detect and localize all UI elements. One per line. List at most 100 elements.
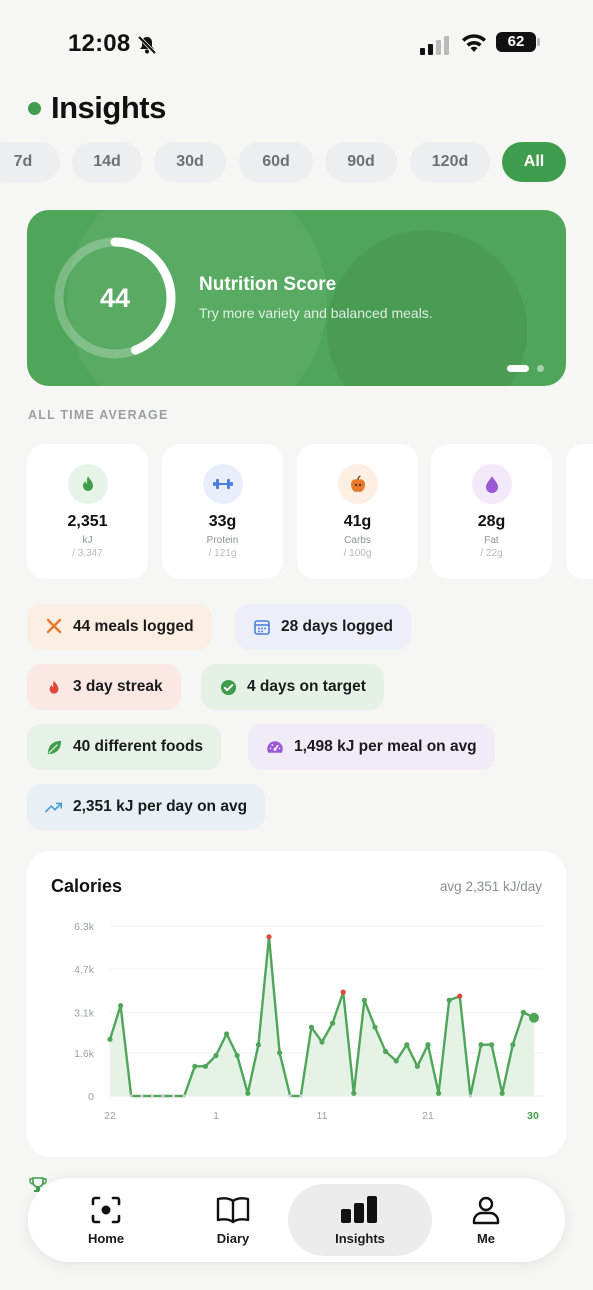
- stat-text: 2,351 kJ per day on avg: [73, 798, 248, 815]
- data-point[interactable]: [150, 1094, 154, 1098]
- battery-indicator: 62: [496, 32, 540, 52]
- data-point[interactable]: [404, 1042, 410, 1048]
- calendar-icon: [253, 618, 271, 636]
- range-chip-7d[interactable]: 7d: [0, 142, 60, 182]
- pager-dot-active[interactable]: [507, 365, 529, 372]
- drop-icon: [471, 464, 512, 504]
- over-target-point[interactable]: [457, 993, 463, 999]
- data-point[interactable]: [118, 1003, 124, 1009]
- tab-me[interactable]: Me: [426, 1184, 546, 1256]
- data-point[interactable]: [129, 1094, 133, 1098]
- data-point[interactable]: [446, 997, 452, 1003]
- calories-chart-card: Calories avg 2,351 kJ/day 6.3k 4.7k 3.1k 1.…: [27, 851, 566, 1157]
- stat-meals-logged: 44 meals logged: [27, 604, 212, 650]
- x-tick-label: 21: [422, 1110, 434, 1122]
- x-tick-label: 1: [213, 1110, 219, 1122]
- data-point[interactable]: [245, 1090, 251, 1096]
- data-point[interactable]: [468, 1094, 472, 1098]
- over-target-point[interactable]: [266, 934, 272, 940]
- tab-label: Diary: [216, 1230, 250, 1246]
- data-point[interactable]: [489, 1042, 495, 1048]
- data-point[interactable]: [425, 1042, 431, 1048]
- macro-card-protein[interactable]: 33g Protein / 121g: [162, 444, 283, 579]
- pager-dot[interactable]: [537, 365, 544, 372]
- data-point[interactable]: [140, 1094, 144, 1098]
- macro-card-partial[interactable]: [566, 444, 593, 579]
- x-tick-label: 22: [104, 1110, 116, 1122]
- trend-up-icon: [45, 798, 63, 816]
- y-tick-label: 6.3k: [74, 921, 95, 933]
- data-point[interactable]: [383, 1048, 389, 1055]
- data-point[interactable]: [319, 1039, 325, 1045]
- data-point[interactable]: [499, 1090, 505, 1096]
- y-tick-label: 0: [88, 1091, 94, 1103]
- data-point[interactable]: [182, 1094, 186, 1098]
- leaf-icon: [45, 738, 63, 756]
- range-chip-120d[interactable]: 120d: [410, 142, 490, 182]
- data-point[interactable]: [277, 1050, 283, 1056]
- data-point[interactable]: [478, 1042, 484, 1048]
- bell-muted-icon: [136, 34, 158, 61]
- data-point[interactable]: [107, 1036, 113, 1042]
- data-point[interactable]: [192, 1063, 198, 1069]
- score-title: Nutrition Score: [199, 274, 337, 295]
- data-point[interactable]: [202, 1063, 208, 1069]
- flame-icon: [67, 464, 108, 504]
- carousel-pager[interactable]: [507, 365, 544, 372]
- range-chip-all[interactable]: All: [502, 142, 566, 182]
- nutrition-score-card[interactable]: 44 Nutrition Score Try more variety and …: [27, 210, 566, 386]
- macro-target: / 121g: [208, 548, 237, 559]
- x-tick-label: 11: [317, 1110, 328, 1122]
- stat-text: 4 days on target: [247, 678, 366, 695]
- data-point[interactable]: [372, 1024, 378, 1030]
- gauge-icon: [266, 738, 284, 756]
- data-point[interactable]: [351, 1090, 357, 1096]
- x-tick-label: 30: [527, 1110, 539, 1122]
- data-point[interactable]: [255, 1042, 261, 1048]
- tab-insights[interactable]: Insights: [288, 1184, 432, 1256]
- data-point[interactable]: [308, 1024, 314, 1030]
- data-point[interactable]: [234, 1052, 240, 1059]
- data-point[interactable]: [520, 1009, 526, 1015]
- macro-card-carbs[interactable]: 41g Carbs / 100g: [297, 444, 418, 579]
- y-tick-label: 3.1k: [74, 1007, 95, 1019]
- data-point[interactable]: [330, 1020, 336, 1026]
- stat-days-logged: 28 days logged: [235, 604, 411, 650]
- macro-card-fat[interactable]: 28g Fat / 22g: [431, 444, 552, 579]
- data-point[interactable]: [393, 1058, 399, 1064]
- macro-value: 33g: [208, 513, 237, 530]
- macro-label: Fat: [484, 535, 499, 546]
- over-target-point[interactable]: [340, 989, 346, 995]
- status-bar: 12:08 62: [0, 30, 593, 60]
- macro-value: 41g: [343, 513, 372, 530]
- tab-home[interactable]: Home: [46, 1184, 166, 1256]
- data-point[interactable]: [288, 1094, 292, 1098]
- data-point[interactable]: [529, 1012, 539, 1023]
- macro-value: 28g: [477, 513, 506, 530]
- range-chip-90d[interactable]: 90d: [325, 142, 397, 182]
- range-chip-14d[interactable]: 14d: [72, 142, 142, 182]
- data-point[interactable]: [172, 1094, 176, 1098]
- cellular-signal-icon: [420, 36, 449, 55]
- stat-days-on-target: 4 days on target: [201, 664, 384, 710]
- data-point[interactable]: [510, 1042, 516, 1048]
- range-selector: 7d 14d 30d 60d 90d 120d All: [0, 142, 593, 182]
- data-point[interactable]: [213, 1052, 219, 1059]
- stat-text: 44 meals logged: [73, 618, 194, 635]
- data-point[interactable]: [361, 997, 367, 1003]
- data-point[interactable]: [436, 1090, 442, 1096]
- bottom-tab-bar: Home Diary Insights Me: [28, 1178, 565, 1262]
- macro-target: / 100g: [343, 548, 372, 559]
- stat-text: 3 day streak: [73, 678, 163, 695]
- data-point[interactable]: [224, 1031, 230, 1037]
- range-chip-60d[interactable]: 60d: [239, 142, 313, 182]
- data-point[interactable]: [161, 1094, 165, 1098]
- macro-card-energy[interactable]: 2,351 kJ / 3,347: [27, 444, 148, 579]
- data-point[interactable]: [299, 1094, 303, 1098]
- stat-day-streak: 3 day streak: [27, 664, 181, 710]
- averages-section-label: ALL TIME AVERAGE: [28, 408, 169, 422]
- range-chip-30d[interactable]: 30d: [154, 142, 226, 182]
- macro-label: Protein: [206, 535, 239, 546]
- tab-diary[interactable]: Diary: [173, 1184, 293, 1256]
- data-point[interactable]: [414, 1063, 420, 1069]
